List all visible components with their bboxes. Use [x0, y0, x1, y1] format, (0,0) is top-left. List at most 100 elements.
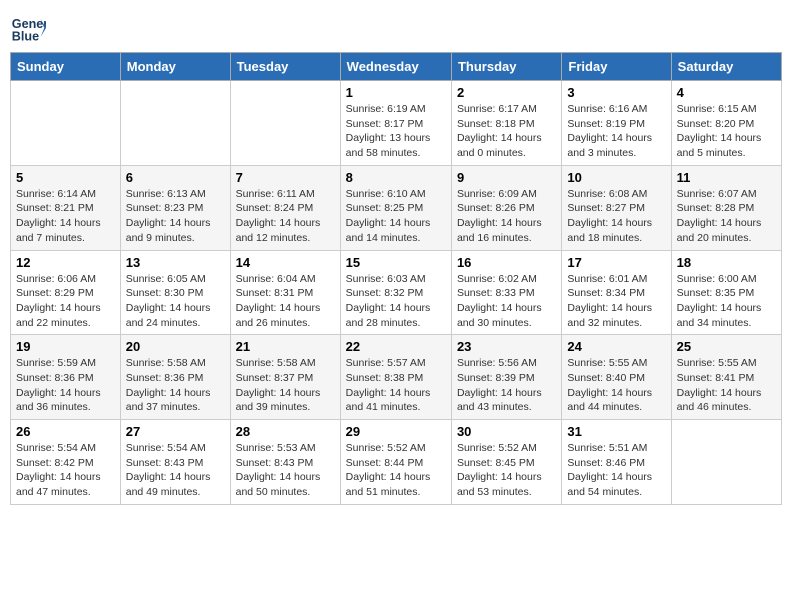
calendar-cell: 18 Sunrise: 6:00 AMSunset: 8:35 PMDayligh…	[671, 250, 781, 335]
calendar-cell: 19Sunrise: 5:59 AMSunset: 8:36 PMDayligh…	[11, 335, 121, 420]
day-info: Sunrise: 5:54 AMSunset: 8:42 PMDaylight:…	[16, 441, 115, 500]
day-number: 19	[16, 339, 115, 354]
day-info: Sunrise: 6:05 AMSunset: 8:30 PMDaylight:…	[126, 272, 225, 331]
svg-text:Blue: Blue	[12, 30, 39, 44]
day-number: 16	[457, 255, 556, 270]
day-number: 10	[567, 170, 665, 185]
day-number: 13	[126, 255, 225, 270]
calendar-cell: 14 Sunrise: 6:04 AMSunset: 8:31 PMDayligh…	[230, 250, 340, 335]
calendar-cell: 6Sunrise: 6:13 AMSunset: 8:23 PMDaylight…	[120, 165, 230, 250]
day-number: 25	[677, 339, 776, 354]
calendar-cell: 10 Sunrise: 6:08 AMSunset: 8:27 PMDayligh…	[562, 165, 671, 250]
day-number: 21	[236, 339, 335, 354]
day-number: 7	[236, 170, 335, 185]
calendar-cell	[11, 81, 121, 166]
day-info: Sunrise: 6:06 AMSunset: 8:29 PMDaylight:…	[16, 272, 115, 331]
calendar-table: SundayMondayTuesdayWednesdayThursdayFrid…	[10, 52, 782, 505]
day-info: Sunrise: 6:16 AMSunset: 8:19 PMDaylight:…	[567, 102, 665, 161]
logo: General Blue	[10, 10, 50, 46]
day-number: 22	[346, 339, 446, 354]
calendar-cell: 12 Sunrise: 6:06 AMSunset: 8:29 PMDayligh…	[11, 250, 121, 335]
day-info: Sunrise: 6:15 AMSunset: 8:20 PMDaylight:…	[677, 102, 776, 161]
day-info: Sunrise: 6:13 AMSunset: 8:23 PMDaylight:…	[126, 187, 225, 246]
calendar-cell: 4 Sunrise: 6:15 AMSunset: 8:20 PMDaylight…	[671, 81, 781, 166]
calendar-cell: 13 Sunrise: 6:05 AMSunset: 8:30 PMDayligh…	[120, 250, 230, 335]
day-info: Sunrise: 6:01 AMSunset: 8:34 PMDaylight:…	[567, 272, 665, 331]
day-info: Sunrise: 5:52 AMSunset: 8:45 PMDaylight:…	[457, 441, 556, 500]
weekday-header-wednesday: Wednesday	[340, 53, 451, 81]
day-info: Sunrise: 6:07 AMSunset: 8:28 PMDaylight:…	[677, 187, 776, 246]
day-info: Sunrise: 6:17 AMSunset: 8:18 PMDaylight:…	[457, 102, 556, 161]
calendar-cell: 31 Sunrise: 5:51 AMSunset: 8:46 PMDayligh…	[562, 420, 671, 505]
day-number: 4	[677, 85, 776, 100]
day-number: 14	[236, 255, 335, 270]
day-number: 2	[457, 85, 556, 100]
day-number: 29	[346, 424, 446, 439]
calendar-cell: 3 Sunrise: 6:16 AMSunset: 8:19 PMDaylight…	[562, 81, 671, 166]
day-number: 20	[126, 339, 225, 354]
day-info: Sunrise: 6:04 AMSunset: 8:31 PMDaylight:…	[236, 272, 335, 331]
weekday-header-saturday: Saturday	[671, 53, 781, 81]
day-info: Sunrise: 5:54 AMSunset: 8:43 PMDaylight:…	[126, 441, 225, 500]
day-info: Sunrise: 5:52 AMSunset: 8:44 PMDaylight:…	[346, 441, 446, 500]
day-info: Sunrise: 5:56 AMSunset: 8:39 PMDaylight:…	[457, 356, 556, 415]
day-info: Sunrise: 6:02 AMSunset: 8:33 PMDaylight:…	[457, 272, 556, 331]
calendar-cell: 23 Sunrise: 5:56 AMSunset: 8:39 PMDayligh…	[451, 335, 561, 420]
day-number: 5	[16, 170, 115, 185]
day-number: 9	[457, 170, 556, 185]
weekday-header-friday: Friday	[562, 53, 671, 81]
day-info: Sunrise: 6:11 AMSunset: 8:24 PMDaylight:…	[236, 187, 335, 246]
weekday-header-sunday: Sunday	[11, 53, 121, 81]
calendar-cell: 9 Sunrise: 6:09 AMSunset: 8:26 PMDaylight…	[451, 165, 561, 250]
calendar-cell: 26 Sunrise: 5:54 AMSunset: 8:42 PMDayligh…	[11, 420, 121, 505]
day-number: 12	[16, 255, 115, 270]
calendar-cell: 20 Sunrise: 5:58 AMSunset: 8:36 PMDayligh…	[120, 335, 230, 420]
day-info: Sunrise: 5:53 AMSunset: 8:43 PMDaylight:…	[236, 441, 335, 500]
day-info: Sunrise: 5:51 AMSunset: 8:46 PMDaylight:…	[567, 441, 665, 500]
weekday-header-tuesday: Tuesday	[230, 53, 340, 81]
calendar-cell: 24 Sunrise: 5:55 AMSunset: 8:40 PMDayligh…	[562, 335, 671, 420]
day-number: 23	[457, 339, 556, 354]
weekday-header-monday: Monday	[120, 53, 230, 81]
calendar-cell: 7 Sunrise: 6:11 AMSunset: 8:24 PMDaylight…	[230, 165, 340, 250]
day-number: 26	[16, 424, 115, 439]
day-info: Sunrise: 6:00 AMSunset: 8:35 PMDaylight:…	[677, 272, 776, 331]
calendar-cell: 21 Sunrise: 5:58 AMSunset: 8:37 PMDayligh…	[230, 335, 340, 420]
day-info: Sunrise: 6:09 AMSunset: 8:26 PMDaylight:…	[457, 187, 556, 246]
calendar-cell: 11 Sunrise: 6:07 AMSunset: 8:28 PMDayligh…	[671, 165, 781, 250]
day-number: 11	[677, 170, 776, 185]
calendar-cell: 1Sunrise: 6:19 AMSunset: 8:17 PMDaylight…	[340, 81, 451, 166]
day-number: 24	[567, 339, 665, 354]
day-number: 30	[457, 424, 556, 439]
day-info: Sunrise: 5:58 AMSunset: 8:36 PMDaylight:…	[126, 356, 225, 415]
calendar-cell	[120, 81, 230, 166]
day-info: Sunrise: 6:08 AMSunset: 8:27 PMDaylight:…	[567, 187, 665, 246]
calendar-cell: 2 Sunrise: 6:17 AMSunset: 8:18 PMDaylight…	[451, 81, 561, 166]
logo-icon: General Blue	[10, 10, 46, 46]
day-number: 1	[346, 85, 446, 100]
calendar-cell: 27Sunrise: 5:54 AMSunset: 8:43 PMDayligh…	[120, 420, 230, 505]
day-info: Sunrise: 5:55 AMSunset: 8:41 PMDaylight:…	[677, 356, 776, 415]
day-number: 17	[567, 255, 665, 270]
day-info: Sunrise: 5:58 AMSunset: 8:37 PMDaylight:…	[236, 356, 335, 415]
calendar-cell	[671, 420, 781, 505]
calendar-cell: 17 Sunrise: 6:01 AMSunset: 8:34 PMDayligh…	[562, 250, 671, 335]
day-number: 15	[346, 255, 446, 270]
day-number: 3	[567, 85, 665, 100]
calendar-cell: 22 Sunrise: 5:57 AMSunset: 8:38 PMDayligh…	[340, 335, 451, 420]
day-info: Sunrise: 6:10 AMSunset: 8:25 PMDaylight:…	[346, 187, 446, 246]
calendar-cell: 8 Sunrise: 6:10 AMSunset: 8:25 PMDaylight…	[340, 165, 451, 250]
day-info: Sunrise: 5:57 AMSunset: 8:38 PMDaylight:…	[346, 356, 446, 415]
calendar-cell: 29 Sunrise: 5:52 AMSunset: 8:44 PMDayligh…	[340, 420, 451, 505]
day-number: 18	[677, 255, 776, 270]
calendar-cell: 15Sunrise: 6:03 AMSunset: 8:32 PMDayligh…	[340, 250, 451, 335]
day-info: Sunrise: 6:14 AMSunset: 8:21 PMDaylight:…	[16, 187, 115, 246]
calendar-cell: 16 Sunrise: 6:02 AMSunset: 8:33 PMDayligh…	[451, 250, 561, 335]
calendar-cell: 25 Sunrise: 5:55 AMSunset: 8:41 PMDayligh…	[671, 335, 781, 420]
day-info: Sunrise: 5:55 AMSunset: 8:40 PMDaylight:…	[567, 356, 665, 415]
day-number: 8	[346, 170, 446, 185]
day-number: 31	[567, 424, 665, 439]
calendar-cell	[230, 81, 340, 166]
page-header: General Blue	[10, 10, 782, 46]
day-number: 28	[236, 424, 335, 439]
